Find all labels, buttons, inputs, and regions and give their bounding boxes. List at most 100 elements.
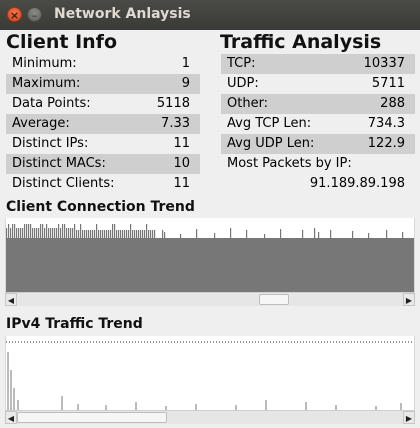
- client-trend-bar: [242, 238, 244, 239]
- client-trend-bar: [16, 228, 18, 239]
- row-label: Distinct Clients:: [12, 176, 115, 191]
- client-trend-bar: [42, 224, 44, 239]
- client-trend-bar: [132, 230, 134, 239]
- client-trend-bar: [230, 228, 232, 239]
- scroll-thumb[interactable]: [259, 294, 289, 305]
- client-trend-bar: [64, 224, 66, 239]
- client-trend-bar: [238, 238, 240, 239]
- client-trend-area: [6, 238, 414, 292]
- client-info-row-data-points: Data Points: 5118: [6, 94, 200, 114]
- client-trend-bar: [58, 224, 60, 239]
- row-value: 5118: [156, 96, 190, 111]
- client-info-table: Minimum: 1 Maximum: 9 Data Points: 5118 …: [6, 54, 200, 194]
- client-trend-bar: [30, 224, 32, 239]
- scroll-thumb[interactable]: [17, 412, 167, 423]
- row-label: Data Points:: [12, 96, 91, 111]
- scroll-right-button[interactable]: ▶: [403, 293, 415, 306]
- client-trend-bar: [358, 238, 360, 239]
- client-trend-bar: [292, 238, 294, 239]
- client-trend-bar: [318, 232, 320, 239]
- client-trend-bar: [216, 238, 218, 239]
- client-trend-bar: [286, 238, 288, 239]
- client-trend-bar: [306, 238, 308, 239]
- client-trend-bar: [10, 228, 12, 239]
- client-trend-bar: [66, 228, 68, 239]
- row-value: 734.3: [367, 116, 405, 131]
- client-trend-bar: [248, 238, 250, 239]
- client-trend-bar: [346, 238, 348, 239]
- client-trend-bar: [184, 238, 186, 239]
- client-trend-bar: [68, 228, 70, 239]
- client-trend-bar: [262, 238, 264, 239]
- client-trend-bar: [224, 238, 226, 239]
- client-trend-bar: [26, 224, 28, 239]
- traffic-row-most-packets-value: 91.189.89.198: [221, 174, 415, 194]
- row-value: 122.9: [367, 136, 405, 151]
- client-trend-bar: [394, 238, 396, 239]
- traffic-row-other: Other: 288: [221, 94, 415, 114]
- client-trend-bar: [110, 230, 112, 239]
- client-trend-bar: [60, 228, 62, 239]
- scroll-left-button[interactable]: ◀: [5, 411, 17, 424]
- client-trend-bar: [124, 230, 126, 239]
- client-trend-bar: [214, 233, 216, 239]
- client-trend-bar: [188, 238, 190, 239]
- row-value: 11: [173, 176, 190, 191]
- row-value: 288: [380, 96, 405, 111]
- client-trend-bar: [28, 224, 30, 239]
- client-trend-scrollbar[interactable]: ◀ ▶: [5, 292, 415, 306]
- client-trend-bar: [332, 238, 334, 239]
- ipv4-trend-graph: [5, 336, 415, 410]
- client-trend-bar: [276, 238, 278, 239]
- client-trend-bar: [398, 238, 400, 239]
- client-trend-bar: [74, 224, 76, 239]
- client-trend-bar: [406, 238, 408, 239]
- close-button[interactable]: ×: [7, 7, 22, 22]
- client-trend-bar: [166, 238, 168, 239]
- client-trend-bar: [104, 230, 106, 239]
- client-trend-bar: [366, 238, 368, 239]
- client-trend-bar: [314, 228, 316, 239]
- client-trend-bar: [410, 238, 412, 239]
- client-trend-bar: [252, 238, 254, 239]
- minimize-button[interactable]: –: [27, 7, 42, 22]
- client-trend-bar: [54, 228, 56, 239]
- client-trend-bar: [322, 238, 324, 239]
- client-trend-bar: [382, 238, 384, 239]
- ipv4-trend-scrollbar[interactable]: ◀ ▶: [5, 410, 415, 424]
- scroll-left-button[interactable]: ◀: [5, 293, 17, 306]
- most-packets-label: Most Packets by IP:: [227, 156, 352, 171]
- client-trend-bar: [372, 238, 374, 239]
- client-trend-bar: [388, 238, 390, 239]
- client-trend-bar: [284, 238, 286, 239]
- row-value: 1: [181, 56, 190, 71]
- client-trend-bar: [140, 230, 142, 239]
- client-trend-bar: [330, 230, 332, 239]
- client-trend-bar: [120, 230, 122, 239]
- scroll-right-button[interactable]: ▶: [403, 411, 415, 424]
- client-trend-bar: [162, 230, 164, 239]
- window-title: Network Anlaysis: [54, 6, 191, 22]
- client-trend-bar: [300, 238, 302, 239]
- client-trend-bar: [302, 230, 304, 239]
- client-trend-bar: [170, 238, 172, 239]
- client-trend-bar: [316, 238, 318, 239]
- row-value: 10: [173, 156, 190, 171]
- row-value: 9: [181, 76, 190, 91]
- client-trend-bar: [296, 238, 298, 239]
- client-trend-bar: [50, 228, 52, 239]
- client-trend-bar: [268, 238, 270, 239]
- client-trend-bar: [378, 238, 380, 239]
- client-trend-bar: [338, 238, 340, 239]
- client-trend-bar: [116, 230, 118, 239]
- client-trend-bar: [364, 238, 366, 239]
- client-trend-bar: [320, 238, 322, 239]
- client-trend-bar: [356, 238, 358, 239]
- client-trend-bar: [290, 238, 292, 239]
- client-trend-bar: [192, 238, 194, 239]
- client-trend-bar: [172, 238, 174, 239]
- client-trend-bar: [156, 238, 158, 239]
- client-trend-bar: [212, 238, 214, 239]
- client-trend-bar: [80, 224, 82, 239]
- client-trend-bar: [176, 238, 178, 239]
